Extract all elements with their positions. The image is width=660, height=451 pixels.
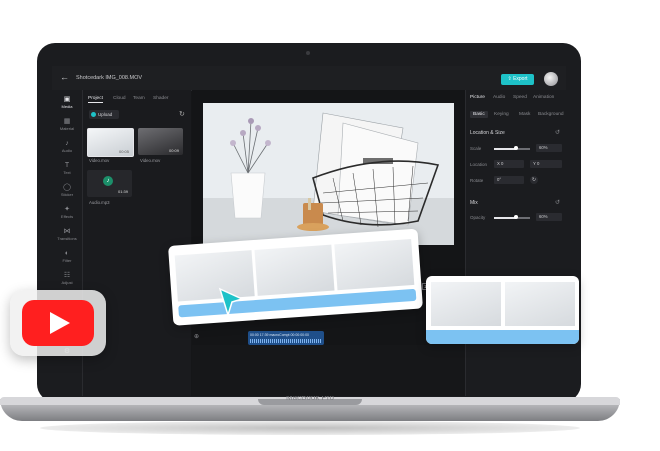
- title-bar: ← Shotcedark IMG_008.MOV ⇧ Export: [52, 66, 566, 91]
- nav-item-adjust[interactable]: ☷ Adjust: [52, 272, 82, 285]
- film-frame: [431, 282, 501, 326]
- media-label: Video.mov: [140, 158, 161, 163]
- nav-label: Audio: [61, 148, 73, 153]
- opacity-value[interactable]: 60%: [536, 213, 562, 221]
- transitions-icon: ⋈: [63, 228, 71, 235]
- nav-item-audio[interactable]: ♪ Audio: [52, 140, 82, 153]
- tab-project[interactable]: Project: [88, 96, 103, 103]
- export-label: Export: [513, 76, 528, 82]
- clip-duration: 00:05: [119, 149, 130, 154]
- location-label: Location: [470, 162, 488, 167]
- location-x-field[interactable]: X 0: [494, 160, 524, 168]
- tab-speed[interactable]: Speed: [513, 95, 527, 100]
- rotate-dial-icon[interactable]: ↻: [530, 176, 538, 184]
- webcam: [306, 51, 310, 55]
- rotate-label: Rotate: [470, 178, 484, 183]
- film-frame: [334, 239, 415, 291]
- preview-image: [203, 103, 454, 245]
- audio-icon: ♪: [65, 140, 69, 147]
- refresh-icon[interactable]: ↻: [179, 110, 185, 118]
- nav-label: Effects: [60, 214, 74, 219]
- media-thumb-video-2[interactable]: 00:09: [138, 128, 183, 155]
- properties-panel: Picture Audio Speed Animation Basic Keyi…: [465, 90, 566, 396]
- cursor-pointer-icon: [218, 287, 245, 318]
- scale-slider-knob[interactable]: [513, 146, 518, 150]
- upload-icon: [91, 112, 96, 117]
- rotate-field[interactable]: 0°: [494, 176, 524, 184]
- nav-item-transitions[interactable]: ⋈ Transitions: [52, 228, 82, 241]
- avatar[interactable]: [544, 72, 558, 86]
- add-track-icon[interactable]: ⊕: [194, 333, 199, 340]
- film-frame: [254, 244, 335, 296]
- subtab-background[interactable]: Background: [538, 112, 564, 117]
- media-icon: ▣: [63, 96, 71, 103]
- timeline: ⊕ 00:00 17:39 macroCompt 00:00:00:00: [192, 331, 465, 396]
- nav-item-filter[interactable]: ◐ Filter: [52, 250, 82, 263]
- mix-title: Mix: [470, 200, 478, 206]
- clip-label: 00:00 17:39 macroCompt 00:00:00:00: [250, 333, 309, 337]
- nav-label: Material: [59, 126, 75, 131]
- nav-label: Text: [63, 170, 71, 175]
- nav-label: Media: [61, 104, 73, 109]
- tab-picture[interactable]: Picture: [470, 95, 485, 100]
- nav-label: Filter: [62, 258, 72, 263]
- app-screen: ← Shotcedark IMG_008.MOV ⇧ Export ▣ Medi…: [52, 66, 566, 396]
- sticker-icon: ◯: [63, 184, 71, 191]
- waveform: [250, 339, 322, 343]
- music-note-icon: ♪: [103, 176, 113, 186]
- subtab-mask[interactable]: Mask: [519, 112, 530, 117]
- location-y-field[interactable]: Y 0: [530, 160, 562, 168]
- media-thumb-audio[interactable]: ♪ 01:39: [87, 170, 132, 197]
- scale-label: Scale: [470, 146, 482, 151]
- nav-item-text[interactable]: T Text: [52, 162, 82, 175]
- tab-audio[interactable]: Audio: [493, 95, 505, 100]
- filter-icon: ◐: [64, 250, 70, 257]
- opacity-slider-knob[interactable]: [513, 215, 518, 219]
- subtab-keying[interactable]: Keying: [494, 112, 509, 117]
- laptop-shadow: [40, 421, 580, 435]
- tab-cloud[interactable]: Cloud: [113, 96, 126, 101]
- nav-item-sticker[interactable]: ◯ Sticker: [52, 184, 82, 197]
- preview-scene-illustration: [203, 103, 454, 245]
- file-title: Shotcedark IMG_008.MOV: [76, 75, 143, 81]
- nav-label: Adjust: [61, 280, 73, 285]
- export-icon: ⇧: [507, 76, 512, 82]
- material-icon: ▦: [63, 118, 71, 125]
- nav-item-material[interactable]: ▦ Material: [52, 118, 82, 131]
- reset-icon[interactable]: ↺: [555, 129, 560, 136]
- youtube-logo-icon: [22, 300, 94, 346]
- film-track-bar: [426, 330, 579, 344]
- mix-reset-icon[interactable]: ↺: [555, 199, 560, 206]
- media-thumb-video-1[interactable]: 00:05: [87, 128, 134, 157]
- play-icon: [50, 312, 70, 334]
- adjust-icon: ☷: [63, 272, 71, 279]
- clip-duration: 00:09: [169, 148, 180, 153]
- opacity-slider[interactable]: [494, 217, 530, 219]
- clip-duration: 01:39: [118, 189, 129, 194]
- back-arrow-icon[interactable]: ←: [60, 72, 69, 82]
- tab-shader[interactable]: Shader: [153, 96, 168, 101]
- nav-label: Sticker: [60, 192, 74, 197]
- nav-item-effects[interactable]: ✦ Effects: [52, 206, 82, 219]
- media-label: Audio.mp3: [89, 200, 110, 205]
- tab-team[interactable]: Team: [133, 96, 145, 101]
- subtab-basic[interactable]: Basic: [470, 111, 488, 118]
- scale-slider[interactable]: [494, 148, 530, 150]
- scale-value[interactable]: 60%: [536, 144, 562, 152]
- nav-label: Transitions: [57, 236, 77, 241]
- audio-clip[interactable]: 00:00 17:39 macroCompt 00:00:00:00: [248, 331, 324, 345]
- export-button[interactable]: ⇧ Export: [501, 74, 534, 85]
- film-frame: [505, 282, 575, 326]
- location-size-title: Location & Size: [470, 130, 505, 136]
- tab-animation[interactable]: Animation: [533, 95, 554, 100]
- media-label: Video.mov: [89, 158, 110, 163]
- filmstrip-overlay-right: [426, 276, 579, 344]
- nav-item-media[interactable]: ▣ Media: [52, 96, 82, 109]
- opacity-label: Opacity: [470, 215, 486, 220]
- effects-icon: ✦: [64, 206, 70, 213]
- text-icon: T: [64, 162, 70, 169]
